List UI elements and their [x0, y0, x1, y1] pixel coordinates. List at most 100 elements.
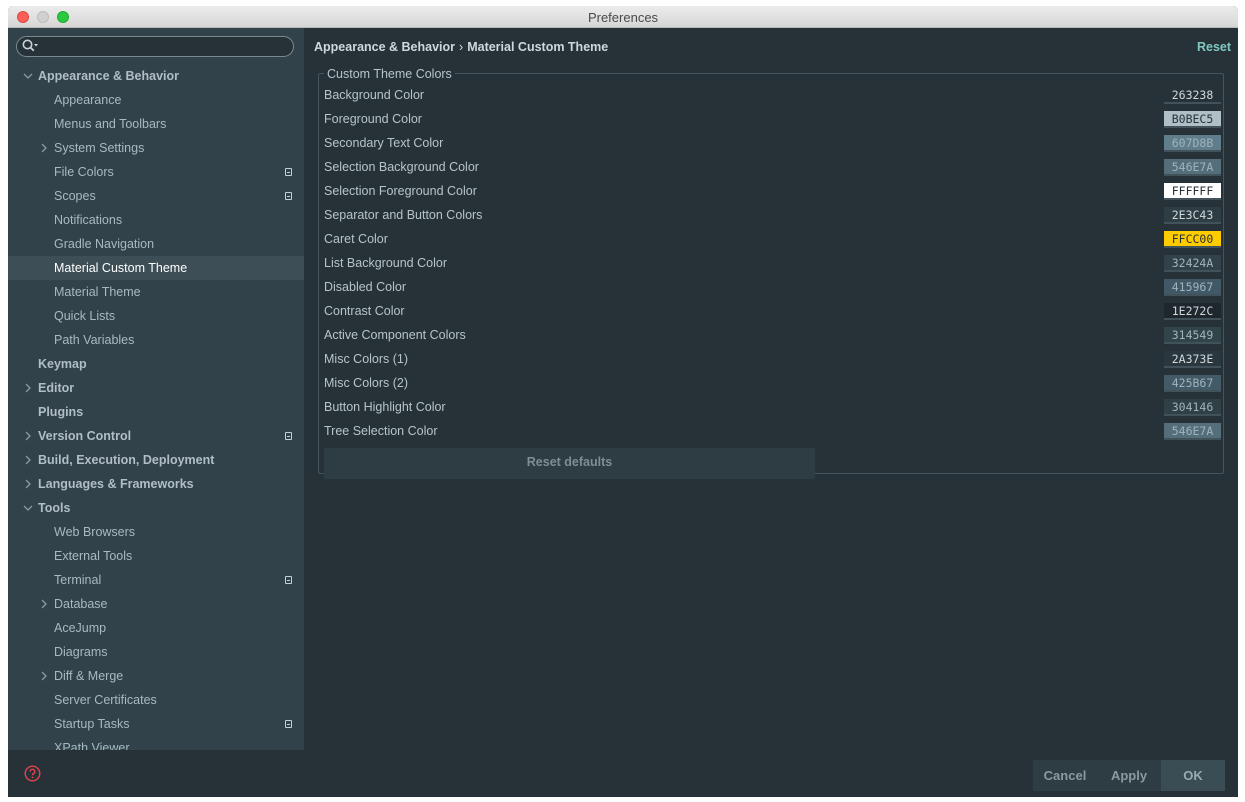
sidebar-item-label: Material Theme: [54, 285, 141, 299]
project-level-icon: [285, 720, 292, 728]
group-title: Custom Theme Colors: [324, 67, 455, 81]
sidebar-item-label: Keymap: [38, 357, 87, 371]
color-swatch-field[interactable]: 546E7A: [1164, 423, 1221, 440]
color-label: Foreground Color: [324, 112, 422, 126]
color-label: Disabled Color: [324, 280, 406, 294]
color-swatch-field[interactable]: 2A373E: [1164, 351, 1221, 368]
color-label: Caret Color: [324, 232, 388, 246]
sidebar-item-external-tools[interactable]: External Tools: [8, 544, 304, 568]
reset-link[interactable]: Reset: [1197, 40, 1231, 54]
chevron-right-icon[interactable]: [22, 376, 34, 400]
sidebar-item-diagrams[interactable]: Diagrams: [8, 640, 304, 664]
sidebar-item-plugins[interactable]: Plugins: [8, 400, 304, 424]
color-label: Selection Foreground Color: [324, 184, 477, 198]
sidebar-item-label: Menus and Toolbars: [54, 117, 167, 131]
sidebar-item-system-settings[interactable]: System Settings: [8, 136, 304, 160]
sidebar-item-label: Tools: [38, 501, 71, 515]
sidebar-item-acejump[interactable]: AceJump: [8, 616, 304, 640]
color-swatch-field[interactable]: 263238: [1164, 87, 1221, 104]
sidebar-item-label: Appearance: [54, 93, 122, 107]
chevron-down-icon[interactable]: [22, 64, 34, 88]
color-swatch-field[interactable]: 2E3C43: [1164, 207, 1221, 224]
color-swatch-field[interactable]: 304146: [1164, 399, 1221, 416]
sidebar-item-label: Notifications: [54, 213, 123, 227]
color-swatch-field[interactable]: FFCC00: [1164, 231, 1221, 248]
sidebar-item-languages-frameworks[interactable]: Languages & Frameworks: [8, 472, 304, 496]
color-swatch-field[interactable]: B0BEC5: [1164, 111, 1221, 128]
color-swatch-field[interactable]: 32424A: [1164, 255, 1221, 272]
sidebar-item-startup-tasks[interactable]: Startup Tasks: [8, 712, 304, 736]
sidebar-item-tools[interactable]: Tools: [8, 496, 304, 520]
color-row: Tree Selection Color 546E7A: [324, 420, 1222, 444]
sidebar-item-path-variables[interactable]: Path Variables: [8, 328, 304, 352]
color-swatch-field[interactable]: 314549: [1164, 327, 1221, 344]
sidebar-item-build-execution-deployment[interactable]: Build, Execution, Deployment: [8, 448, 304, 472]
sidebar-item-appearance-behavior[interactable]: Appearance & Behavior: [8, 64, 304, 88]
color-swatch-field[interactable]: 425B67: [1164, 375, 1221, 392]
custom-theme-colors-group: Custom Theme Colors Reset defaults Backg…: [318, 67, 1224, 479]
chevron-right-icon[interactable]: [22, 424, 34, 448]
apply-button[interactable]: Apply: [1097, 760, 1161, 791]
color-swatch-field[interactable]: 607D8B: [1164, 135, 1221, 152]
sidebar-item-material-custom-theme[interactable]: Material Custom Theme: [8, 256, 304, 280]
project-level-icon: [285, 168, 292, 176]
sidebar-item-scopes[interactable]: Scopes: [8, 184, 304, 208]
sidebar-item-keymap[interactable]: Keymap: [8, 352, 304, 376]
sidebar-item-editor[interactable]: Editor: [8, 376, 304, 400]
breadcrumb-current: Material Custom Theme: [467, 40, 609, 54]
color-swatch-field[interactable]: 1E272C: [1164, 303, 1221, 320]
color-row: Caret Color FFCC00: [324, 228, 1222, 252]
sidebar-item-notifications[interactable]: Notifications: [8, 208, 304, 232]
sidebar-item-xpath-viewer[interactable]: XPath Viewer: [8, 736, 304, 750]
help-icon[interactable]: [24, 765, 41, 782]
reset-defaults-button[interactable]: Reset defaults: [324, 448, 815, 479]
chevron-down-icon[interactable]: [22, 496, 34, 520]
color-row: Disabled Color 415967: [324, 276, 1222, 300]
sidebar-item-label: Web Browsers: [54, 525, 136, 539]
sidebar-item-menus-and-toolbars[interactable]: Menus and Toolbars: [8, 112, 304, 136]
color-label: Separator and Button Colors: [324, 208, 483, 222]
sidebar-item-label: Scopes: [54, 189, 96, 203]
search-input[interactable]: [16, 36, 294, 57]
color-swatch-field[interactable]: 546E7A: [1164, 159, 1221, 176]
ok-button[interactable]: OK: [1161, 760, 1225, 791]
color-label: Contrast Color: [324, 304, 405, 318]
sidebar-item-label: External Tools: [54, 549, 133, 563]
cancel-button[interactable]: Cancel: [1033, 760, 1097, 791]
chevron-right-icon[interactable]: [38, 136, 50, 160]
chevron-right-icon[interactable]: [22, 472, 34, 496]
sidebar-item-gradle-navigation[interactable]: Gradle Navigation: [8, 232, 304, 256]
color-label: Button Highlight Color: [324, 400, 446, 414]
chevron-right-icon[interactable]: [38, 592, 50, 616]
breadcrumb-parent[interactable]: Appearance & Behavior: [314, 40, 455, 54]
sidebar-item-quick-lists[interactable]: Quick Lists: [8, 304, 304, 328]
color-label: Active Component Colors: [324, 328, 466, 342]
chevron-right-icon[interactable]: [22, 448, 34, 472]
sidebar-item-label: System Settings: [54, 141, 145, 155]
color-row: Selection Background Color 546E7A: [324, 156, 1222, 180]
color-label: List Background Color: [324, 256, 447, 270]
sidebar-item-server-certificates[interactable]: Server Certificates: [8, 688, 304, 712]
color-swatch-field[interactable]: FFFFFF: [1164, 183, 1221, 200]
sidebar-item-web-browsers[interactable]: Web Browsers: [8, 520, 304, 544]
sidebar-item-label: Path Variables: [54, 333, 135, 347]
color-swatch-field[interactable]: 415967: [1164, 279, 1221, 296]
sidebar-item-diff-merge[interactable]: Diff & Merge: [8, 664, 304, 688]
chevron-right-icon[interactable]: [38, 664, 50, 688]
sidebar-item-terminal[interactable]: Terminal: [8, 568, 304, 592]
sidebar-item-database[interactable]: Database: [8, 592, 304, 616]
sidebar-item-label: Database: [54, 597, 108, 611]
sidebar-item-file-colors[interactable]: File Colors: [8, 160, 304, 184]
sidebar-item-material-theme[interactable]: Material Theme: [8, 280, 304, 304]
window-title: Preferences: [587, 10, 659, 25]
sidebar-item-label: File Colors: [54, 165, 114, 179]
sidebar-item-label: AceJump: [54, 621, 107, 635]
color-label: Secondary Text Color: [324, 136, 444, 150]
sidebar-item-version-control[interactable]: Version Control: [8, 424, 304, 448]
sidebar-item-label: Appearance & Behavior: [38, 69, 180, 83]
breadcrumb: Appearance & Behavior › Material Custom Th…: [314, 40, 608, 54]
settings-sidebar: Appearance & Behavior Appearance Menus and…: [8, 28, 304, 750]
sidebar-item-appearance[interactable]: Appearance: [8, 88, 304, 112]
title-bar: Preferences: [8, 6, 1238, 28]
search-icon[interactable]: [21, 38, 39, 55]
